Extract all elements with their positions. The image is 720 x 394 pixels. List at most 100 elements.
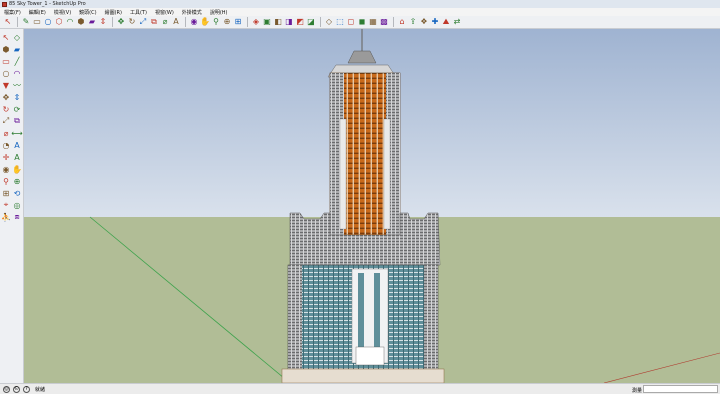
paint-bucket-icon[interactable]: ⬢	[76, 17, 86, 27]
text-icon[interactable]: A	[171, 17, 181, 27]
follow-me-icon[interactable]: ⟳	[12, 104, 22, 114]
arc-icon[interactable]: ◠	[12, 68, 22, 78]
share-model-icon[interactable]: ⇪	[408, 17, 418, 27]
menu-item-1[interactable]: 編輯(E)	[29, 9, 46, 16]
textured-icon[interactable]: ▦	[368, 17, 378, 27]
rectangle-icon[interactable]: ▭	[32, 17, 42, 27]
rotate-icon[interactable]: ↻	[127, 17, 137, 27]
orbit-icon[interactable]: ◉	[189, 17, 199, 27]
toolbar-separator	[247, 17, 248, 27]
freehand-icon[interactable]: 〰	[12, 80, 22, 90]
extension-icon[interactable]: ✚	[430, 17, 440, 27]
back-view-icon[interactable]: ◩	[295, 17, 305, 27]
iso-view-icon[interactable]: ◈	[251, 17, 261, 27]
pencil-line-icon[interactable]: ╱	[12, 56, 22, 66]
select-arrow-icon[interactable]: ↖	[3, 17, 13, 27]
right-view-icon[interactable]: ◨	[284, 17, 294, 27]
zoom-window-icon[interactable]: ⊕	[12, 176, 22, 186]
left-toolbar-row: ⊞ ⟲	[0, 187, 23, 199]
menu-item-4[interactable]: 繪圖(R)	[105, 9, 122, 16]
rectangle-icon[interactable]: ▭	[1, 56, 11, 66]
walk-icon[interactable]: ⛹	[1, 212, 11, 222]
zoom-icon[interactable]: ⚲	[211, 17, 221, 27]
tower-base-right-pier	[424, 265, 438, 369]
credits-icon[interactable]: ©	[13, 385, 20, 393]
model-viewport[interactable]	[24, 29, 720, 383]
eraser-icon[interactable]: ▰	[87, 17, 97, 27]
menu-item-0[interactable]: 檔案(F)	[4, 9, 21, 16]
left-toolbar-row: ⌀ ⟷	[0, 127, 23, 139]
tower-base-left-pier	[288, 265, 302, 369]
sandbox-icon[interactable]: ⛰	[441, 17, 451, 27]
scale-icon[interactable]: ⤢	[138, 17, 148, 27]
zoom-window-icon[interactable]: ⊕	[222, 17, 232, 27]
top-view-icon[interactable]: ▣	[262, 17, 272, 27]
section-plane-icon[interactable]: ⧈	[12, 212, 22, 222]
offset-icon[interactable]: ⧉	[149, 17, 159, 27]
protractor-icon[interactable]: ◔	[1, 140, 11, 150]
move-icon[interactable]: ✥	[1, 92, 11, 102]
component-icon[interactable]: ❖	[419, 17, 429, 27]
pan-icon[interactable]: ✋	[200, 17, 210, 27]
left-toolbar: ↖ ◇ ⬢ ▰ ▭ ╱ ○ ◠ ▼ 〰 ✥ ⇕ ↻ ⟳ ⤢ ⧉ ⌀ ⟷ ◔ A ✛ A ◉ ✋ ⚲ ⊕ ⊞ ⟲ ⌖ ◎ ⛹ ⧈	[0, 29, 24, 383]
wireframe-icon[interactable]: ⬚	[335, 17, 345, 27]
zoom-extents-icon[interactable]: ⊞	[1, 188, 11, 198]
warehouse-icon[interactable]: ⌂	[397, 17, 407, 27]
tape-measure-icon[interactable]: ⌀	[160, 17, 170, 27]
geo-location-icon[interactable]: ◎	[3, 385, 10, 393]
menu-item-6[interactable]: 視窗(W)	[155, 9, 174, 16]
hidden-line-icon[interactable]: ◻	[346, 17, 356, 27]
orbit-icon[interactable]: ◉	[1, 164, 11, 174]
make-component-icon[interactable]: ◇	[12, 32, 22, 42]
menu-item-3[interactable]: 鏡頭(C)	[79, 9, 96, 16]
offset-icon[interactable]: ⧉	[12, 116, 22, 126]
3d-text-icon[interactable]: A	[12, 152, 22, 162]
dimension-icon[interactable]: ⟷	[11, 128, 22, 138]
text-icon[interactable]: A	[12, 140, 22, 150]
polygon-icon[interactable]: ▼	[1, 80, 11, 90]
pan-icon[interactable]: ✋	[12, 164, 22, 174]
arc-icon[interactable]: ◠	[65, 17, 75, 27]
rotate-icon[interactable]: ↻	[1, 104, 11, 114]
xray-icon[interactable]: ◇	[324, 17, 334, 27]
main-toolbar: ↖ ✎ ▭ ○ ⬡ ◠ ⬢ ▰ ⇕ ✥ ↻ ⤢ ⧉ ⌀ A ◉ ✋ ⚲ ⊕ ⊞ ◈ ▣ ◧ ◨ ◩ ◪ ◇ ⬚ ◻ ◼ ▦ ▩ ⌂ ⇪ ❖ ✚ ⛰ ⇄	[0, 16, 720, 29]
push-pull-icon[interactable]: ⇕	[98, 17, 108, 27]
select-arrow-icon[interactable]: ↖	[1, 32, 11, 42]
move-icon[interactable]: ✥	[116, 17, 126, 27]
axes-icon[interactable]: ✛	[1, 152, 11, 162]
flip-icon[interactable]: ⇄	[452, 17, 462, 27]
position-camera-icon[interactable]: ⌖	[1, 200, 11, 210]
zoom-extents-icon[interactable]: ⊞	[233, 17, 243, 27]
front-view-icon[interactable]: ◧	[273, 17, 283, 27]
eraser-icon[interactable]: ▰	[12, 44, 22, 54]
tape-measure-icon[interactable]: ⌀	[1, 128, 11, 138]
scene-canvas[interactable]	[24, 29, 720, 383]
tower-podium	[281, 368, 445, 383]
left-toolbar-row: ▼ 〰	[0, 79, 23, 91]
left-view-icon[interactable]: ◪	[306, 17, 316, 27]
monochrome-icon[interactable]: ▩	[379, 17, 389, 27]
menu-item-8[interactable]: 說明(H)	[210, 9, 228, 16]
circle-icon[interactable]: ○	[1, 68, 11, 78]
look-around-icon[interactable]: ◎	[12, 200, 22, 210]
previous-view-icon[interactable]: ⟲	[12, 188, 22, 198]
left-toolbar-row: ↖ ◇	[0, 31, 23, 43]
scale-icon[interactable]: ⤢	[1, 116, 11, 126]
help-icon[interactable]: ?	[23, 385, 30, 393]
pencil-line-icon[interactable]: ✎	[21, 17, 31, 27]
tower-white-frame-left	[339, 118, 347, 230]
shaded-icon[interactable]: ◼	[357, 17, 367, 27]
measurements-input[interactable]	[643, 385, 718, 393]
menu-item-2[interactable]: 檢視(V)	[54, 9, 71, 16]
left-toolbar-row: ⬢ ▰	[0, 43, 23, 55]
zoom-icon[interactable]: ⚲	[1, 176, 11, 186]
menu-item-7[interactable]: 外掛模式	[182, 9, 202, 16]
circle-icon[interactable]: ○	[43, 17, 53, 27]
left-toolbar-row: ↻ ⟳	[0, 103, 23, 115]
paint-bucket-icon[interactable]: ⬢	[1, 44, 11, 54]
menu-bar: 檔案(F) 編輯(E) 檢視(V) 鏡頭(C) 繪圖(R) 工具(T) 視窗(W) 外掛模式 說…	[0, 8, 720, 16]
push-pull-icon[interactable]: ⇕	[12, 92, 22, 102]
menu-item-5[interactable]: 工具(T)	[130, 9, 147, 16]
left-toolbar-row: ◔ A	[0, 139, 23, 151]
polygon-icon[interactable]: ⬡	[54, 17, 64, 27]
